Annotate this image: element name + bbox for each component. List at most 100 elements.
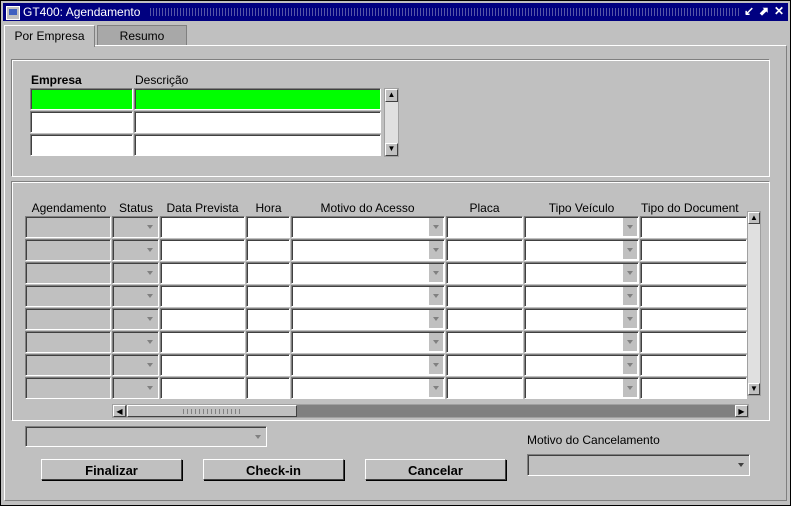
hora-cell[interactable] [246,285,290,307]
chevron-down-icon[interactable] [429,379,443,397]
agendamento-cell[interactable] [25,331,111,353]
chevron-down-icon[interactable] [623,310,637,328]
hora-cell[interactable] [246,377,290,399]
motivo-acesso-select[interactable] [291,239,445,261]
motivo-acesso-select[interactable] [291,216,445,238]
title-bar[interactable]: GT400: Agendamento ↙ ⬈ ✕ [3,3,788,21]
motivo-cancelamento-select[interactable] [527,454,750,476]
empresa-field[interactable] [30,88,133,110]
chevron-down-icon[interactable] [623,379,637,397]
chevron-down-icon[interactable] [143,310,157,328]
tipo-documento-cell[interactable] [640,285,747,307]
hora-cell[interactable] [246,354,290,376]
tipo-documento-cell[interactable] [640,377,747,399]
footer-select[interactable] [25,426,267,447]
chevron-down-icon[interactable] [429,356,443,374]
chevron-down-icon[interactable] [143,287,157,305]
agendamento-cell[interactable] [25,354,111,376]
chevron-down-icon[interactable] [623,356,637,374]
chevron-down-icon[interactable] [429,333,443,351]
motivo-acesso-select[interactable] [291,308,445,330]
placa-cell[interactable] [446,308,523,330]
chevron-down-icon[interactable] [429,287,443,305]
status-select[interactable] [112,331,159,353]
scroll-up-icon[interactable]: ▲ [385,89,398,102]
chevron-down-icon[interactable] [429,218,443,236]
minimize-icon[interactable]: ↙ [742,4,756,19]
tipo-veiculo-select[interactable] [524,262,639,284]
tab-resumo[interactable]: Resumo [97,25,187,46]
agendamento-cell[interactable] [25,262,111,284]
agendamento-cell[interactable] [25,285,111,307]
empresa-scrollbar[interactable]: ▲ ▼ [384,88,399,157]
status-select[interactable] [112,239,159,261]
hora-cell[interactable] [246,216,290,238]
placa-cell[interactable] [446,216,523,238]
empresa-field[interactable] [30,134,133,156]
tipo-veiculo-select[interactable] [524,377,639,399]
tipo-veiculo-select[interactable] [524,331,639,353]
hora-cell[interactable] [246,239,290,261]
chevron-down-icon[interactable] [734,456,748,474]
chevron-down-icon[interactable] [143,333,157,351]
placa-cell[interactable] [446,354,523,376]
scroll-right-icon[interactable]: ▶ [735,405,748,417]
placa-cell[interactable] [446,377,523,399]
chevron-down-icon[interactable] [143,241,157,259]
scroll-down-icon[interactable]: ▼ [385,143,398,156]
data-prevista-cell[interactable] [160,377,245,399]
data-prevista-cell[interactable] [160,239,245,261]
data-prevista-cell[interactable] [160,216,245,238]
status-select[interactable] [112,285,159,307]
cancelar-button[interactable]: Cancelar [365,459,506,480]
hscroll-thumb[interactable] [127,405,297,417]
chevron-down-icon[interactable] [623,264,637,282]
descricao-field[interactable] [134,134,381,156]
tipo-documento-cell[interactable] [640,331,747,353]
data-prevista-cell[interactable] [160,285,245,307]
descricao-field[interactable] [134,88,381,110]
grid-hscrollbar[interactable]: ◀ ▶ [112,404,749,418]
agendamento-cell[interactable] [25,239,111,261]
placa-cell[interactable] [446,239,523,261]
agendamento-cell[interactable] [25,377,111,399]
hora-cell[interactable] [246,331,290,353]
tipo-documento-cell[interactable] [640,262,747,284]
tab-por-empresa[interactable]: Por Empresa [4,25,95,47]
chevron-down-icon[interactable] [251,428,265,445]
placa-cell[interactable] [446,262,523,284]
status-select[interactable] [112,216,159,238]
motivo-acesso-select[interactable] [291,331,445,353]
finalizar-button[interactable]: Finalizar [41,459,182,480]
agendamento-cell[interactable] [25,308,111,330]
close-icon[interactable]: ✕ [772,4,786,19]
tipo-documento-cell[interactable] [640,239,747,261]
hora-cell[interactable] [246,308,290,330]
status-select[interactable] [112,308,159,330]
tipo-veiculo-select[interactable] [524,354,639,376]
chevron-down-icon[interactable] [143,356,157,374]
scroll-down-icon[interactable]: ▼ [748,383,760,395]
grid-vscrollbar[interactable]: ▲ ▼ [747,211,761,396]
data-prevista-cell[interactable] [160,354,245,376]
tipo-veiculo-select[interactable] [524,285,639,307]
chevron-down-icon[interactable] [429,241,443,259]
chevron-down-icon[interactable] [143,218,157,236]
status-select[interactable] [112,354,159,376]
chevron-down-icon[interactable] [429,310,443,328]
tipo-documento-cell[interactable] [640,354,747,376]
tipo-documento-cell[interactable] [640,216,747,238]
empresa-field[interactable] [30,111,133,133]
checkin-button[interactable]: Check-in [203,459,344,480]
scroll-left-icon[interactable]: ◀ [113,405,126,417]
descricao-field[interactable] [134,111,381,133]
motivo-acesso-select[interactable] [291,262,445,284]
placa-cell[interactable] [446,285,523,307]
tipo-documento-cell[interactable] [640,308,747,330]
motivo-acesso-select[interactable] [291,377,445,399]
chevron-down-icon[interactable] [143,264,157,282]
chevron-down-icon[interactable] [623,333,637,351]
chevron-down-icon[interactable] [143,379,157,397]
motivo-acesso-select[interactable] [291,285,445,307]
status-select[interactable] [112,262,159,284]
